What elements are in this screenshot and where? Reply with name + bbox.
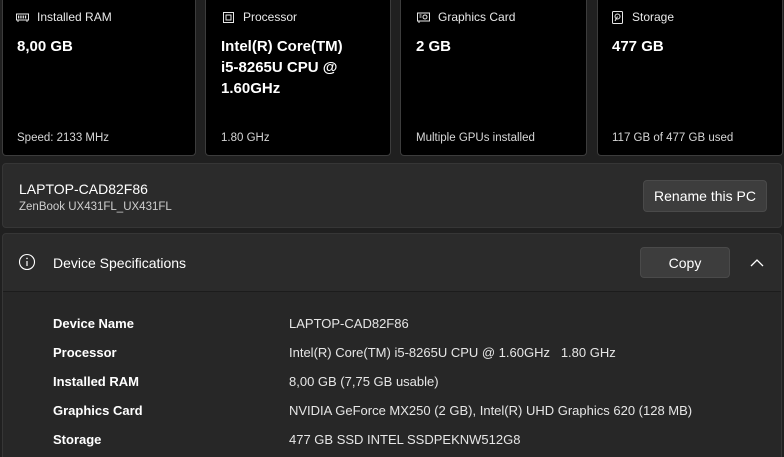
info-icon xyxy=(18,253,36,271)
ram-icon xyxy=(16,11,29,24)
copy-button[interactable]: Copy xyxy=(640,247,730,278)
card-processor: Processor Intel(R) Core(TM) i5-8265U CPU… xyxy=(205,0,391,156)
device-specifications-panel: Device Specifications Copy Device Name L… xyxy=(2,233,782,457)
spec-row-storage: Storage 477 GB SSD INTEL SSDPEKNW512G8 xyxy=(3,432,781,457)
spec-row-device-name: Device Name LAPTOP-CAD82F86 xyxy=(3,316,781,345)
chevron-up-icon[interactable] xyxy=(747,252,767,272)
pc-name: LAPTOP-CAD82F86 xyxy=(19,181,148,197)
device-specifications-header[interactable]: Device Specifications Copy xyxy=(3,234,781,292)
card-subtext: 117 GB of 477 GB used xyxy=(612,132,734,144)
device-specifications-list: Device Name LAPTOP-CAD82F86 Processor In… xyxy=(3,292,781,457)
spec-value: 8,00 GB (7,75 GB usable) xyxy=(289,374,439,389)
spec-row-processor: Processor Intel(R) Core(TM) i5-8265U CPU… xyxy=(3,345,781,374)
card-title: Installed RAM xyxy=(37,10,112,24)
graphics-card-icon xyxy=(417,11,430,24)
card-header: Graphics Card xyxy=(417,10,515,24)
card-header: Installed RAM xyxy=(16,10,112,24)
spec-value: NVIDIA GeForce MX250 (2 GB), Intel(R) UH… xyxy=(289,403,693,418)
card-subtext: Multiple GPUs installed xyxy=(416,132,535,144)
card-subtext: 1.80 GHz xyxy=(221,132,270,144)
card-title: Graphics Card xyxy=(438,10,516,24)
spec-label: Storage xyxy=(53,432,102,447)
card-value: 2 GB xyxy=(416,38,452,55)
spec-value: LAPTOP-CAD82F86 xyxy=(289,316,409,331)
card-installed-ram: Installed RAM 8,00 GB Speed: 2133 MHz xyxy=(2,0,196,156)
processor-icon xyxy=(222,11,235,24)
spec-label: Processor xyxy=(53,345,117,360)
card-subtext: Speed: 2133 MHz xyxy=(17,132,110,144)
card-storage: Storage 477 GB 117 GB of 477 GB used xyxy=(597,0,783,156)
card-title: Processor xyxy=(243,10,298,24)
card-value: Intel(R) Core(TM) i5-8265U CPU @ 1.60GHz xyxy=(221,38,343,97)
card-graphics-card: Graphics Card 2 GB Multiple GPUs install… xyxy=(400,0,587,156)
card-value: 8,00 GB xyxy=(17,38,73,55)
spec-row-installed-ram: Installed RAM 8,00 GB (7,75 GB usable) xyxy=(3,374,781,403)
pc-name-bar: LAPTOP-CAD82F86 ZenBook UX431FL_UX431FL … xyxy=(2,163,782,228)
storage-icon xyxy=(611,10,624,24)
device-specifications-title: Device Specifications xyxy=(53,255,187,271)
spec-value: Intel(R) Core(TM) i5-8265U CPU @ 1.60GHz… xyxy=(289,345,616,360)
card-header: Processor xyxy=(222,10,297,24)
card-header: Storage xyxy=(611,10,674,24)
pc-model: ZenBook UX431FL_UX431FL xyxy=(19,201,172,213)
card-title: Storage xyxy=(632,10,675,24)
card-value: 477 GB xyxy=(612,38,664,55)
system-about-page: Installed RAM 8,00 GB Speed: 2133 MHz Pr… xyxy=(0,0,784,457)
spec-row-graphics-card: Graphics Card NVIDIA GeForce MX250 (2 GB… xyxy=(3,403,781,432)
spec-label: Graphics Card xyxy=(53,403,143,418)
spec-value: 477 GB SSD INTEL SSDPEKNW512G8 xyxy=(289,432,521,447)
spec-label: Installed RAM xyxy=(53,374,139,389)
spec-label: Device Name xyxy=(53,316,134,331)
rename-pc-button[interactable]: Rename this PC xyxy=(643,180,767,212)
